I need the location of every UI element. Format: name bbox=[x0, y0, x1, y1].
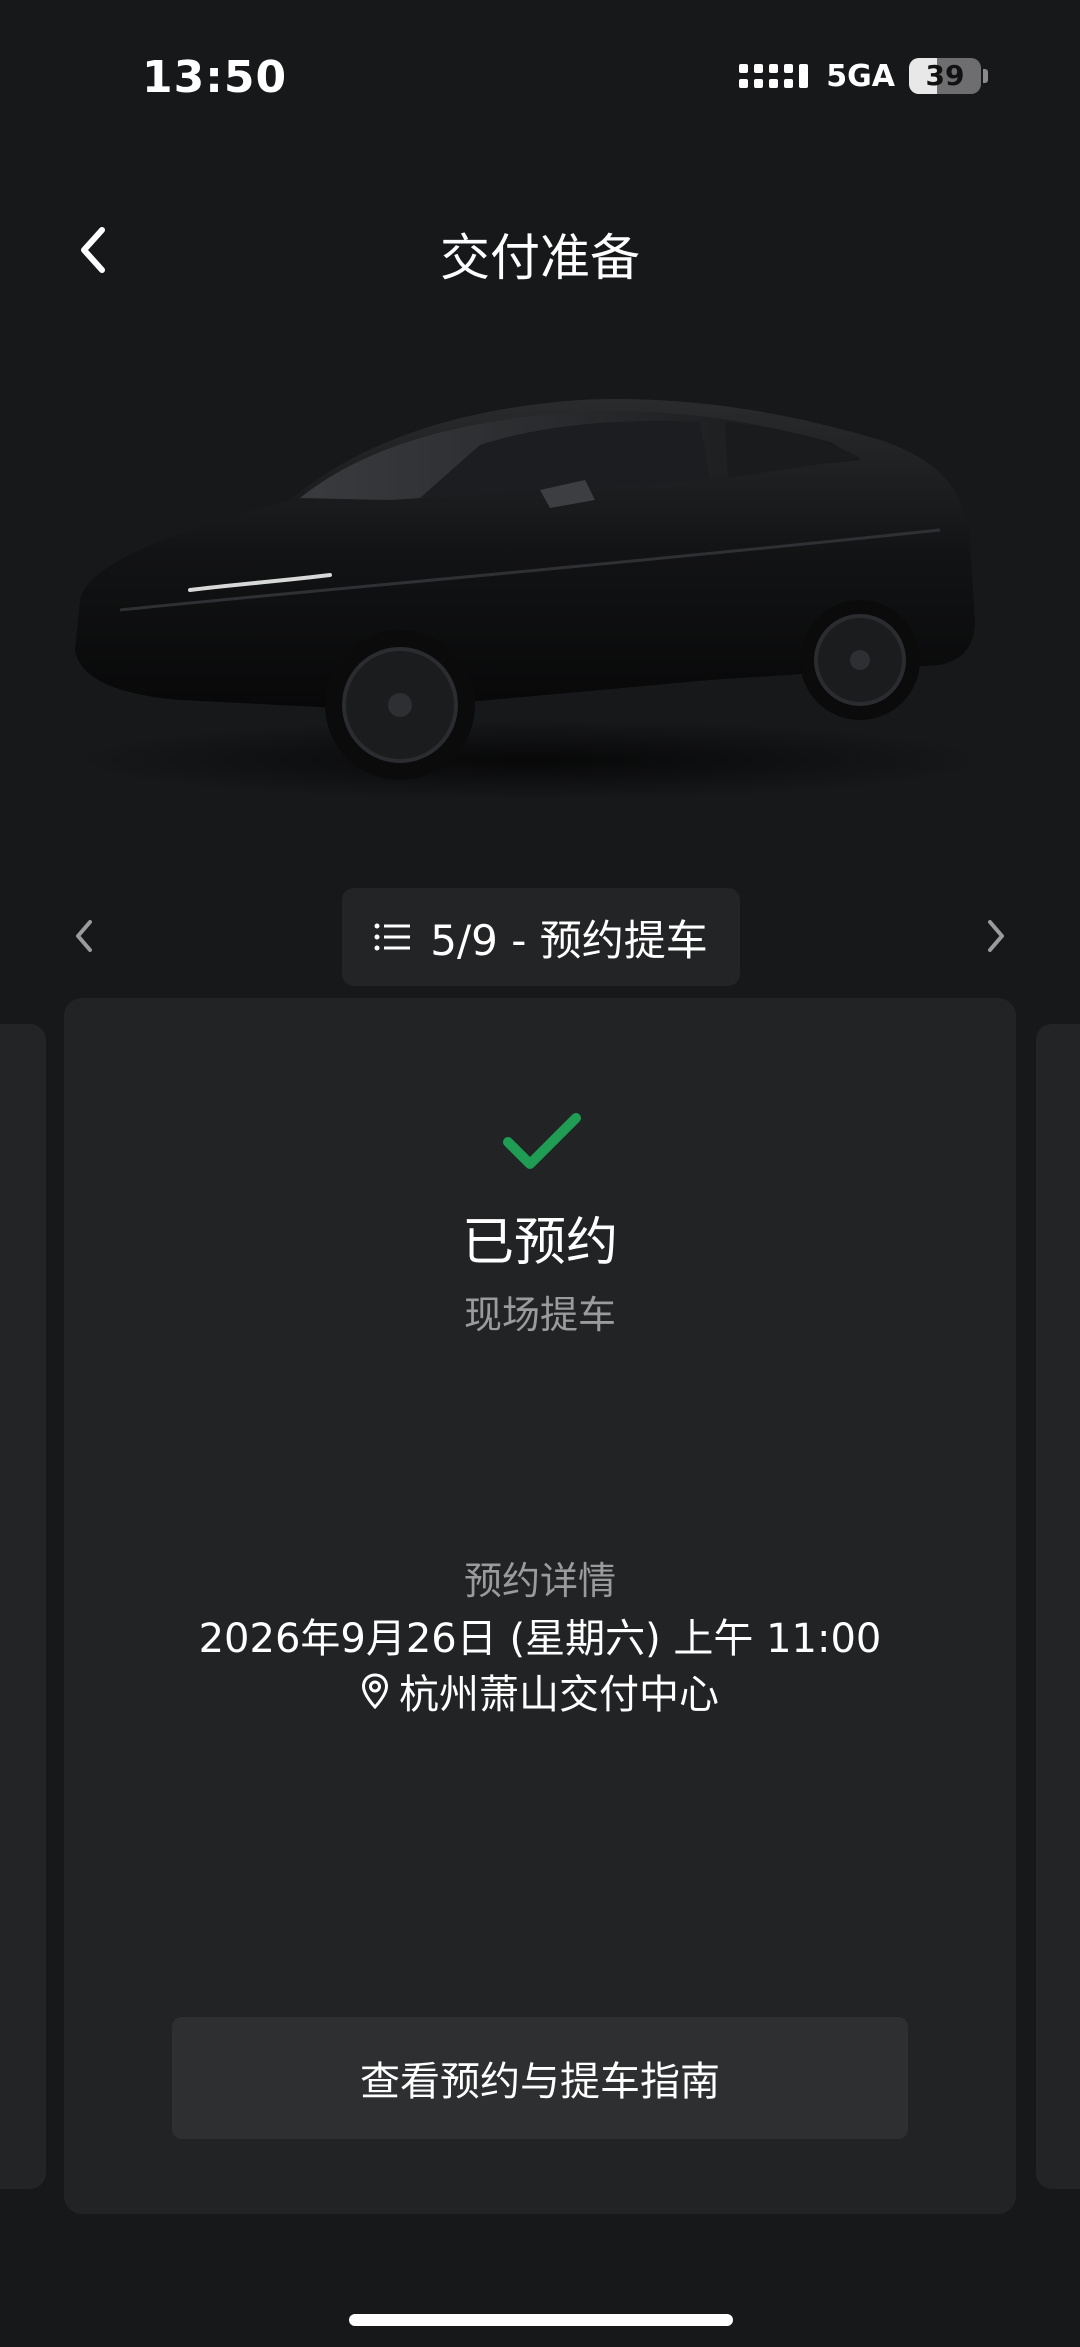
delivery-prep-screen: 13:50 5GA 39 交付准备 5/9 - 预约提车 已预约 现场提车 预约… bbox=[0, 0, 1080, 2347]
page-title: 交付准备 bbox=[440, 229, 640, 287]
chevron-right-icon bbox=[988, 920, 1004, 952]
prev-step-button[interactable] bbox=[70, 916, 100, 956]
signal-dots-icon bbox=[739, 64, 809, 88]
appointment-datetime: 2026年9月26日 (星期六) 上午 11:00 bbox=[198, 1616, 882, 1662]
appointment-location: 杭州萧山交付中心 bbox=[0, 1662, 1080, 1720]
status-indicators: 5GA 39 bbox=[739, 58, 988, 94]
home-indicator[interactable] bbox=[349, 2314, 733, 2326]
location-text: 杭州萧山交付中心 bbox=[399, 1672, 719, 1718]
network-type: 5GA bbox=[826, 58, 895, 94]
car-image bbox=[60, 380, 1000, 810]
battery-level-text: 39 bbox=[925, 59, 965, 92]
view-guide-button[interactable]: 查看预约与提车指南 bbox=[172, 2017, 908, 2139]
status-time: 13:50 bbox=[142, 52, 288, 103]
check-icon bbox=[503, 1113, 581, 1169]
status-subtitle: 现场提车 bbox=[463, 1293, 616, 1337]
step-selector[interactable]: 5/9 - 预约提车 bbox=[342, 888, 740, 986]
next-step-button[interactable] bbox=[980, 916, 1010, 956]
list-icon bbox=[374, 923, 411, 951]
step-label: 5/9 - 预约提车 bbox=[430, 915, 708, 965]
battery-icon: 39 bbox=[909, 58, 981, 94]
chevron-left-icon bbox=[76, 920, 92, 952]
details-label: 预约详情 bbox=[463, 1559, 616, 1603]
battery-tip bbox=[983, 69, 988, 83]
status-title: 已预约 bbox=[461, 1213, 618, 1273]
location-pin-icon bbox=[361, 1673, 389, 1709]
